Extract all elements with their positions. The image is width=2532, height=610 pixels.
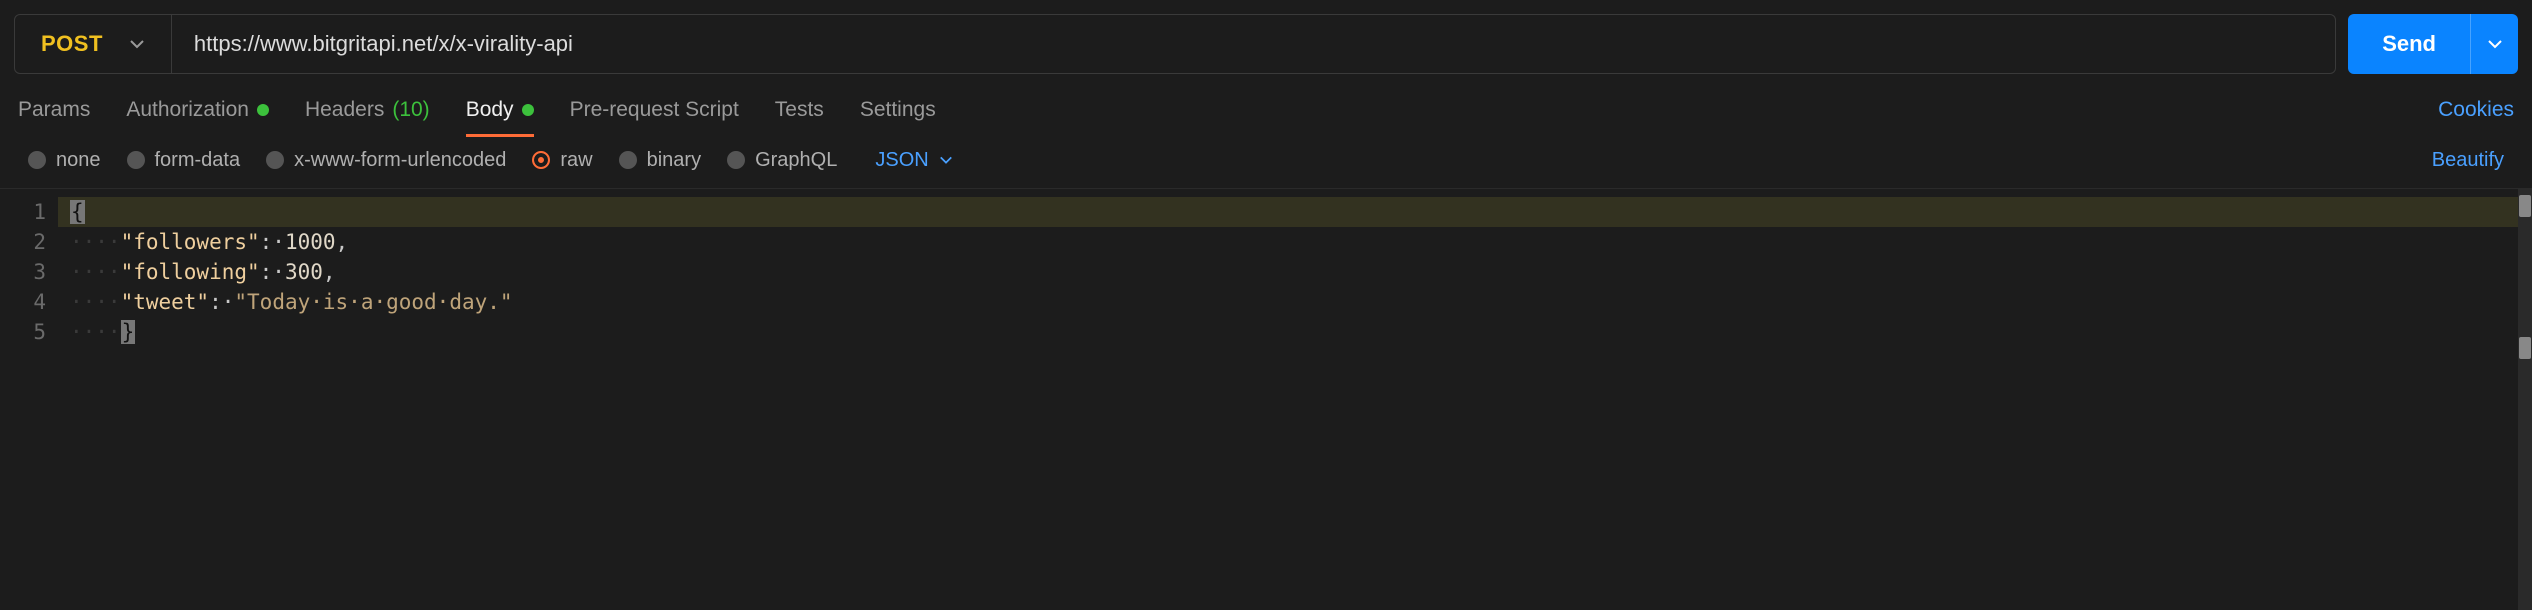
radio-label: raw bbox=[560, 149, 592, 172]
radio-label: form-data bbox=[155, 149, 241, 172]
code-line[interactable]: ····"tweet":·"Today·is·a·good·day." bbox=[70, 287, 2532, 317]
body-type-binary[interactable]: binary bbox=[619, 149, 701, 172]
status-dot-icon bbox=[522, 104, 534, 116]
http-method-dropdown[interactable]: POST bbox=[15, 15, 172, 73]
tab-label: Settings bbox=[860, 98, 936, 122]
body-type-graphql[interactable]: GraphQL bbox=[727, 149, 837, 172]
line-number: 2 bbox=[0, 227, 46, 257]
tab-authorization[interactable]: Authorization bbox=[126, 84, 269, 136]
radio-label: none bbox=[56, 149, 101, 172]
radio-label: GraphQL bbox=[755, 149, 837, 172]
scrollbar-thumb[interactable] bbox=[2519, 337, 2531, 359]
beautify-link[interactable]: Beautify bbox=[2432, 149, 2504, 172]
tab-label: Pre-request Script bbox=[570, 98, 739, 122]
scrollbar-thumb[interactable] bbox=[2519, 195, 2531, 217]
send-button[interactable]: Send bbox=[2348, 14, 2470, 74]
line-number: 5 bbox=[0, 317, 46, 347]
radio-label: binary bbox=[647, 149, 701, 172]
tab-params[interactable]: Params bbox=[18, 84, 90, 136]
code-line[interactable]: ····"following":·300, bbox=[70, 257, 2532, 287]
body-type-form-data[interactable]: form-data bbox=[127, 149, 241, 172]
line-number: 1 bbox=[0, 197, 46, 227]
tab-label: Body bbox=[466, 98, 514, 122]
body-editor[interactable]: 12345 {····"followers":·1000,····"follow… bbox=[0, 188, 2532, 610]
radio-icon bbox=[28, 151, 46, 169]
send-group: Send bbox=[2348, 14, 2518, 74]
request-tabs: Params Authorization Headers (10) Body P… bbox=[0, 84, 2532, 136]
body-type-x-www-form-urlencoded[interactable]: x-www-form-urlencoded bbox=[266, 149, 506, 172]
app-root: POST Send Params Authorization Headers (… bbox=[0, 0, 2532, 610]
url-input[interactable] bbox=[194, 31, 2313, 57]
tab-tests[interactable]: Tests bbox=[775, 84, 824, 136]
raw-format-dropdown[interactable]: JSON bbox=[875, 149, 952, 172]
url-input-wrap bbox=[172, 15, 2335, 73]
tab-label: Headers bbox=[305, 98, 384, 122]
line-number: 3 bbox=[0, 257, 46, 287]
body-type-none[interactable]: none bbox=[28, 149, 101, 172]
headers-count: (10) bbox=[392, 98, 429, 122]
code-line[interactable]: { bbox=[70, 197, 2532, 227]
radio-label: x-www-form-urlencoded bbox=[294, 149, 506, 172]
line-number: 4 bbox=[0, 287, 46, 317]
radio-icon bbox=[727, 151, 745, 169]
tab-settings[interactable]: Settings bbox=[860, 84, 936, 136]
radio-icon bbox=[532, 151, 550, 169]
radio-icon bbox=[619, 151, 637, 169]
send-dropdown[interactable] bbox=[2470, 14, 2518, 74]
http-method-label: POST bbox=[41, 31, 103, 57]
url-group: POST bbox=[14, 14, 2336, 74]
tab-label: Tests bbox=[775, 98, 824, 122]
tab-pre-request-script[interactable]: Pre-request Script bbox=[570, 84, 739, 136]
radio-icon bbox=[127, 151, 145, 169]
code-line[interactable]: ····} bbox=[70, 317, 2532, 347]
tab-label: Params bbox=[18, 98, 90, 122]
body-options-row: none form-data x-www-form-urlencoded raw… bbox=[0, 136, 2532, 188]
body-type-raw[interactable]: raw bbox=[532, 149, 592, 172]
cookies-link[interactable]: Cookies bbox=[2438, 98, 2514, 122]
status-dot-icon bbox=[257, 104, 269, 116]
chevron-down-icon bbox=[2487, 36, 2503, 52]
chevron-down-icon bbox=[129, 36, 145, 52]
tab-headers[interactable]: Headers (10) bbox=[305, 84, 430, 136]
request-bar: POST Send bbox=[0, 0, 2532, 84]
editor-code[interactable]: {····"followers":·1000,····"following":·… bbox=[58, 189, 2532, 610]
raw-format-label: JSON bbox=[875, 149, 928, 172]
editor-gutter: 12345 bbox=[0, 189, 58, 610]
scrollbar-track[interactable] bbox=[2518, 189, 2532, 610]
tab-label: Authorization bbox=[126, 98, 249, 122]
chevron-down-icon bbox=[939, 153, 953, 167]
radio-icon bbox=[266, 151, 284, 169]
code-line[interactable]: ····"followers":·1000, bbox=[70, 227, 2532, 257]
tab-body[interactable]: Body bbox=[466, 84, 534, 136]
